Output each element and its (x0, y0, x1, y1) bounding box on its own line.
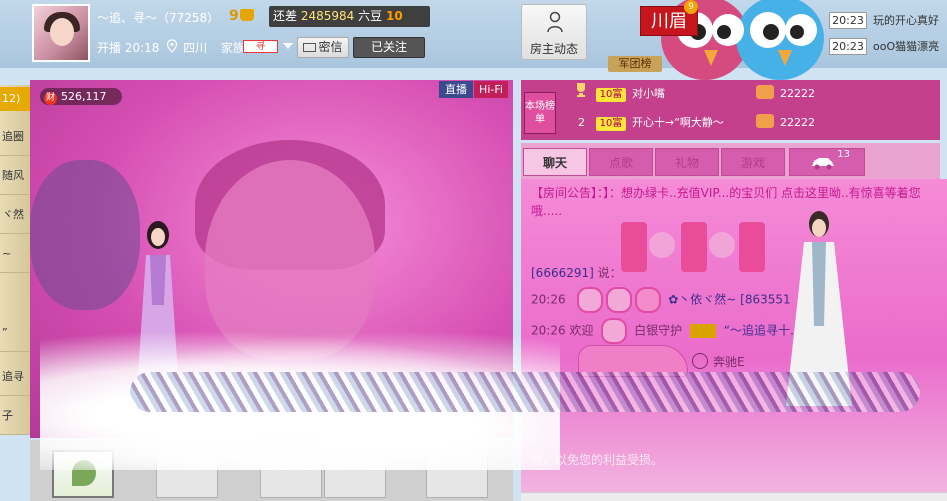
broadcast-start: 开播 20:18 (97, 41, 160, 55)
rank-row[interactable]: 2 10富 开心十→“啊大静～ 22222 (578, 112, 815, 134)
hifi-tab[interactable]: Hi-Fi (474, 81, 508, 98)
host-activity-button[interactable]: 房主动态 (521, 4, 587, 60)
audience-item[interactable]: 追寻 (0, 358, 30, 396)
audience-item[interactable]: ” (0, 314, 30, 352)
rank-level-badge: 10富 (596, 88, 626, 102)
person-icon (547, 11, 563, 33)
wealth-badge: 财 526,117 (40, 88, 122, 105)
wealth-icon: 财 (44, 92, 57, 105)
chat-says: 说： (597, 266, 622, 280)
chat-message: 20:26 ✿丶依ヾ然~ [863551 (531, 287, 791, 313)
car-entrance: 奔驰E (692, 353, 745, 370)
chat-time: 20:26 (531, 292, 566, 307)
security-notice: 号，以免您的利益受损。 (531, 453, 664, 467)
tab-gifts[interactable]: 礼物 (655, 148, 719, 176)
chat-user-link[interactable]: [6666291] (531, 266, 594, 280)
live-tab[interactable]: 直播 (439, 81, 473, 98)
welcome-text: 欢迎 (569, 323, 594, 338)
tab-songs[interactable]: 点歌 (589, 148, 653, 176)
host-level: 9 (229, 8, 239, 24)
benz-logo-icon (692, 353, 708, 369)
avatar-face (50, 18, 74, 46)
host-location: 四川 (183, 41, 208, 55)
audience-count: 12) (0, 87, 30, 111)
legs-emoji-icon (739, 222, 765, 272)
location-pin-icon (166, 39, 178, 53)
rank-row[interactable]: 110富对小嘴22222 (578, 83, 815, 105)
chevron-down-icon[interactable] (283, 43, 293, 49)
guard-shield-icon (577, 287, 604, 313)
rank-level-badge: 10富 (596, 117, 626, 131)
gift-icon (756, 85, 774, 99)
wealth-value: 526,117 (61, 90, 107, 103)
audience-item[interactable]: 子 (0, 397, 30, 435)
chat-message: [6666291] 说： (531, 264, 622, 281)
news-time: 20:23 (829, 38, 867, 55)
guard-shield-icon (606, 287, 633, 313)
beans-unit: 六豆 (358, 9, 383, 23)
news-text: ooO猫猫漂亮 (873, 40, 940, 53)
host-activity-label: 房主动态 (529, 42, 578, 56)
level-progress-box: 还差 2485984 六豆 10 (269, 6, 430, 27)
guard-rank: 白银守护 (634, 323, 683, 338)
tab-cars[interactable]: 13 (789, 148, 865, 176)
face-emoji-icon (649, 232, 675, 258)
audience-item[interactable]: ~ (0, 235, 30, 273)
flower-garland-effect (130, 372, 920, 412)
rank-value: 22222 (780, 116, 815, 129)
gift-icon (756, 114, 774, 128)
news-item[interactable]: 20:23 ooO猫猫漂亮 (829, 38, 939, 58)
rank-name: 开心十→“啊大静～ (632, 116, 724, 129)
host-avatar[interactable] (32, 4, 90, 62)
car-count-badge: 13 (837, 149, 850, 160)
legs-emoji-icon (621, 222, 647, 272)
family-badge[interactable]: 寻 (243, 40, 278, 53)
chuanmei-count: 9 (684, 0, 698, 14)
rank-label[interactable]: 本场榜单 (524, 92, 556, 134)
private-message-button[interactable]: 密信 (297, 37, 349, 58)
rank-value: 22222 (780, 87, 815, 100)
audience-item[interactable]: ヾ然 (0, 196, 30, 234)
crown-icon (240, 9, 254, 21)
tab-chat[interactable]: 聊天 (523, 148, 587, 176)
chat-user-link[interactable]: ✿丶依ヾ然~ [863551 (668, 293, 790, 307)
beans-diff-value: 2485984 (300, 9, 355, 23)
beans-diff-label: 还差 (273, 9, 298, 23)
audience-item[interactable]: 随风 (0, 157, 30, 195)
family-label: 家族 (220, 41, 245, 55)
news-time: 20:23 (829, 12, 867, 29)
army-rank-button[interactable]: 军团榜 (608, 56, 662, 72)
rank-number: 2 (578, 116, 585, 129)
face-emoji-icon (709, 232, 735, 258)
car-name: 奔驰E (713, 355, 745, 369)
news-text: 玩的开心真好 (873, 14, 939, 27)
room-announcement[interactable]: 【房间公告】：】：想办绿卡..充值VIP...的宝贝们 点击这里呦..有惊喜等着… (531, 184, 931, 220)
car-icon (812, 158, 834, 170)
news-ticker: 20:23 玩的开心真好 20:23 ooO猫猫漂亮 (829, 8, 947, 64)
star-badge-icon (635, 287, 662, 313)
gift-emoji-row (621, 222, 781, 278)
tab-games[interactable]: 游戏 (721, 148, 785, 176)
news-item[interactable]: 20:23 玩的开心真好 (829, 12, 939, 32)
private-message-label: 密信 (318, 40, 343, 54)
chat-input-bar[interactable] (521, 492, 947, 501)
plush-toy-shape (30, 160, 140, 310)
legs-emoji-icon (681, 222, 707, 272)
host-nickname[interactable]: ～追、寻～（77258） (97, 9, 219, 26)
follow-button[interactable]: 已关注 (353, 37, 425, 58)
vip-badge-icon (689, 324, 716, 338)
next-level: 10 (385, 9, 403, 23)
mail-icon (303, 43, 317, 52)
audience-item[interactable]: 追圈 (0, 118, 30, 156)
rank-name: 对小嘴 (632, 87, 665, 100)
silver-guard-icon (601, 318, 628, 344)
